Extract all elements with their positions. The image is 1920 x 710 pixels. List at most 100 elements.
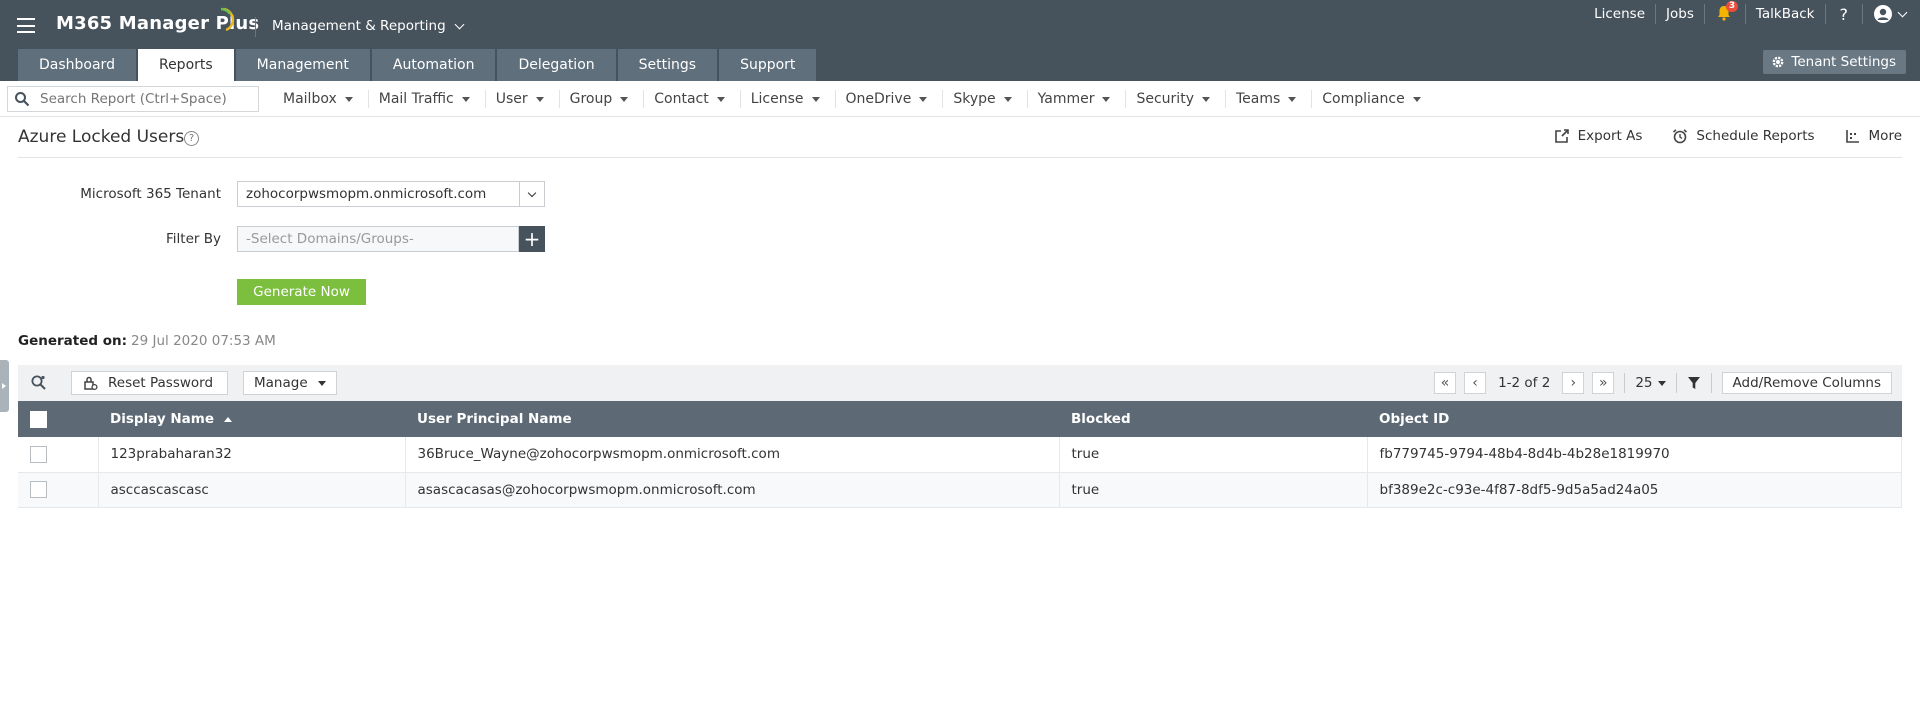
export-as-button[interactable]: Export As <box>1554 128 1642 144</box>
hamburger-menu-icon[interactable] <box>17 18 35 33</box>
grid-search-button[interactable] <box>30 374 47 395</box>
double-chevron-left-icon: « <box>1440 375 1450 391</box>
report-search-input[interactable] <box>40 91 240 107</box>
tab-automation[interactable]: Automation <box>371 49 496 81</box>
generate-now-button[interactable]: Generate Now <box>237 279 366 305</box>
category-label: Yammer <box>1037 91 1095 107</box>
category-label: Compliance <box>1322 91 1405 107</box>
side-panel-toggle[interactable] <box>0 360 9 412</box>
category-user[interactable]: User <box>486 90 560 108</box>
category-contact[interactable]: Contact <box>644 90 741 108</box>
category-compliance[interactable]: Compliance <box>1312 90 1435 108</box>
generated-on-value: 29 Jul 2020 07:53 AM <box>131 333 276 349</box>
category-group[interactable]: Group <box>560 90 645 108</box>
tab-delegation[interactable]: Delegation <box>497 49 616 81</box>
caret-down-icon <box>461 96 470 102</box>
cell-display-name: 123prabaharan32 <box>98 437 406 473</box>
category-yammer[interactable]: Yammer <box>1028 90 1127 108</box>
tab-management[interactable]: Management <box>235 49 370 81</box>
first-page-button[interactable]: « <box>1434 372 1457 394</box>
talkback-link[interactable]: TalkBack <box>1746 0 1825 28</box>
add-remove-columns-button[interactable]: Add/Remove Columns <box>1721 372 1892 394</box>
schedule-reports-button[interactable]: Schedule Reports <box>1672 128 1815 144</box>
table-row: asccascascasc asascacasas@zohocorpwsmopm… <box>18 472 1902 508</box>
license-link[interactable]: License <box>1584 0 1655 28</box>
more-label: More <box>1868 128 1902 144</box>
tab-dashboard[interactable]: Dashboard <box>18 49 136 81</box>
user-avatar-icon <box>1874 5 1892 23</box>
category-skype[interactable]: Skype <box>943 90 1028 108</box>
caret-down-icon <box>1201 96 1210 102</box>
filter-domains-field[interactable]: -Select Domains/Groups- <box>237 226 519 252</box>
row-checkbox[interactable] <box>30 481 47 498</box>
table-row: 123prabaharan32 36Bruce_Wayne@zohocorpws… <box>18 437 1902 473</box>
category-label: Security <box>1136 91 1194 107</box>
double-chevron-right-icon: » <box>1599 375 1608 391</box>
column-display-name[interactable]: Display Name <box>98 401 405 437</box>
category-license[interactable]: License <box>741 90 836 108</box>
help-icon[interactable]: ? <box>184 131 199 146</box>
category-mailbox[interactable]: Mailbox <box>273 90 369 108</box>
column-blocked[interactable]: Blocked <box>1059 401 1367 437</box>
header-divider <box>255 17 256 37</box>
select-all-checkbox[interactable] <box>30 410 47 428</box>
cell-display-name: asccascascasc <box>98 472 406 508</box>
more-button[interactable]: More <box>1845 128 1902 144</box>
tenant-settings-button[interactable]: Tenant Settings <box>1763 50 1906 74</box>
tab-settings[interactable]: Settings <box>617 49 718 81</box>
bell-icon: 3 <box>1715 1 1739 24</box>
category-label: License <box>750 91 804 107</box>
app-switcher-label: Management & Reporting <box>272 18 446 34</box>
pagination: « ‹ 1-2 of 2 › » 25 Add/Remove Columns <box>1434 371 1892 395</box>
category-mail-traffic[interactable]: Mail Traffic <box>369 90 486 108</box>
category-onedrive[interactable]: OneDrive <box>836 90 944 108</box>
column-object-id[interactable]: Object ID <box>1367 401 1902 437</box>
report-category-bar: Mailbox Mail Traffic User Group Contact … <box>0 81 1920 117</box>
help-link[interactable]: ? <box>1826 0 1863 28</box>
caret-down-icon <box>344 96 353 102</box>
chevron-left-icon: ‹ <box>1472 375 1478 391</box>
filter-label: Filter By <box>166 231 221 247</box>
row-checkbox[interactable] <box>30 445 47 463</box>
app-switcher[interactable]: Management & Reporting <box>272 18 465 34</box>
page-title: Azure Locked Users <box>18 127 185 147</box>
manage-dropdown[interactable]: Manage <box>243 371 337 395</box>
page-actions: Export As Schedule Reports More <box>1554 128 1902 144</box>
divider <box>1624 373 1626 393</box>
tab-support[interactable]: Support <box>719 49 817 81</box>
last-page-button[interactable]: » <box>1592 372 1615 394</box>
caret-down-icon <box>1412 96 1421 102</box>
user-menu[interactable] <box>1863 0 1920 28</box>
divider <box>1710 373 1712 393</box>
category-teams[interactable]: Teams <box>1226 90 1313 108</box>
chevron-right-icon: › <box>1570 375 1577 391</box>
generated-on-label: Generated on: <box>18 333 128 349</box>
export-icon <box>1554 129 1569 143</box>
reset-password-button[interactable]: Reset Password <box>71 371 228 395</box>
jobs-link[interactable]: Jobs <box>1656 0 1704 28</box>
row-select-cell <box>18 437 99 473</box>
page-size-value: 25 <box>1635 375 1653 391</box>
notifications-button[interactable]: 3 <box>1705 0 1745 28</box>
page-title-bar: Azure Locked Users ? Export As Schedule … <box>18 117 1902 158</box>
prev-page-button[interactable]: ‹ <box>1464 372 1487 394</box>
next-page-button[interactable]: › <box>1562 372 1585 394</box>
page-size-select[interactable]: 25 <box>1635 375 1666 391</box>
tenant-settings-label: Tenant Settings <box>1791 54 1896 70</box>
category-security[interactable]: Security <box>1126 90 1226 108</box>
filter-button[interactable] <box>1687 376 1701 390</box>
category-label: Group <box>569 91 613 107</box>
tenant-select[interactable]: zohocorpwsmopm.onmicrosoft.com <box>237 181 545 207</box>
main-nav-tabs: Dashboard Reports Management Automation … <box>18 49 818 81</box>
report-categories: Mailbox Mail Traffic User Group Contact … <box>273 81 1436 117</box>
add-filter-button[interactable]: + <box>519 226 545 252</box>
tab-reports[interactable]: Reports <box>137 49 234 81</box>
grid-toolbar: Reset Password Manage « ‹ 1-2 of 2 › » 2… <box>18 365 1902 401</box>
column-upn[interactable]: User Principal Name <box>405 401 1059 437</box>
report-search[interactable] <box>7 86 259 112</box>
search-settings-icon <box>31 375 46 390</box>
table-header-row: Display Name User Principal Name Blocked… <box>18 401 1902 437</box>
chevron-down-icon <box>527 188 537 197</box>
tenant-select-toggle[interactable] <box>519 182 544 206</box>
category-label: User <box>495 91 528 107</box>
